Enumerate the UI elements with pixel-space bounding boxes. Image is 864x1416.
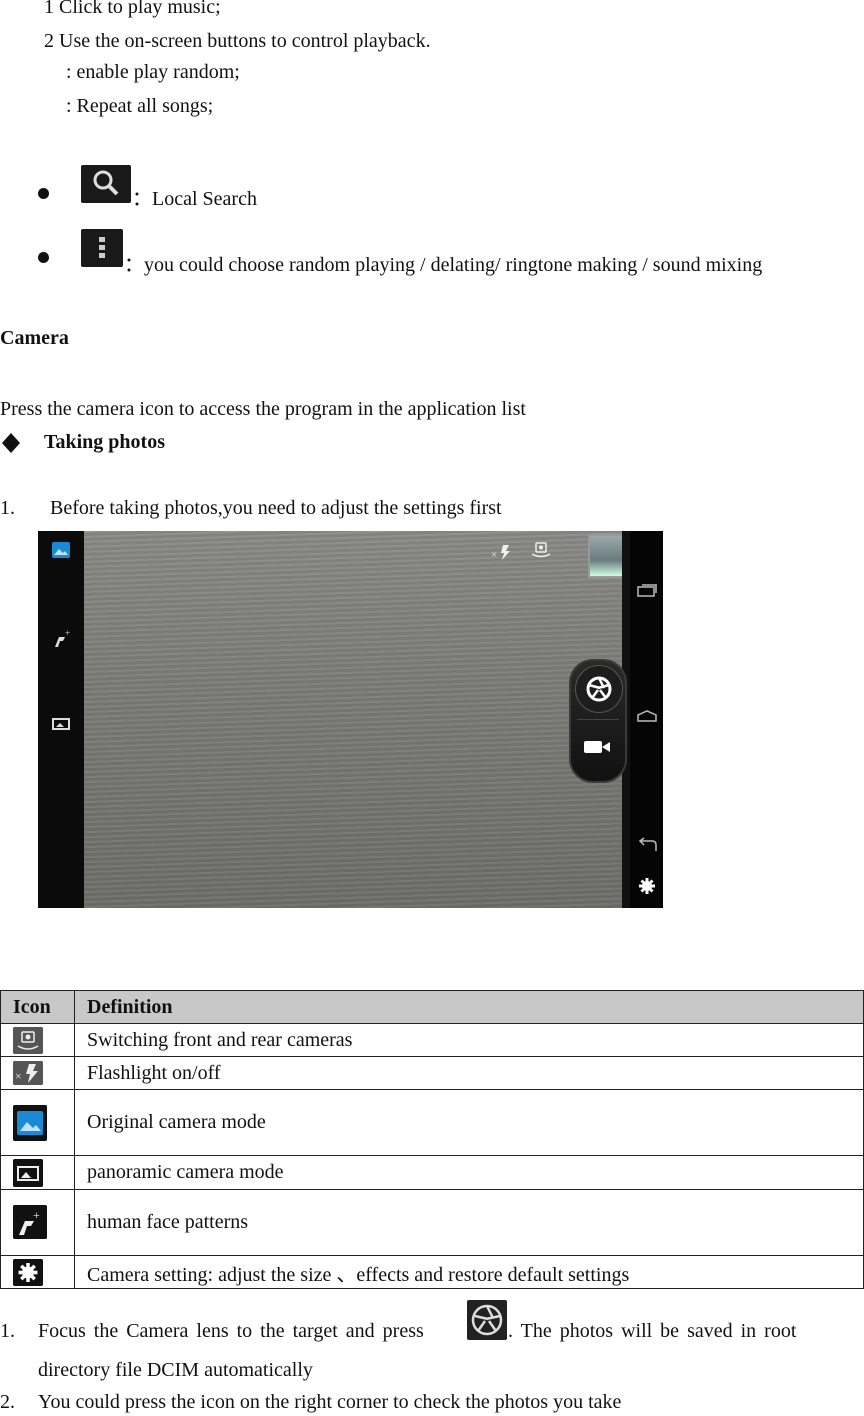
intro-line-1: 1 Click to play music;	[44, 0, 221, 18]
shutter-icon	[467, 1300, 507, 1340]
svg-text:+: +	[65, 628, 70, 638]
table-row: Switching front and rear cameras	[0, 1023, 864, 1057]
table-row: Camera setting: adjust the size 、effects…	[0, 1255, 864, 1289]
intro-line-3: : enable play random;	[66, 61, 240, 83]
table-icon-cell	[0, 1155, 75, 1190]
switch-camera-icon	[13, 1027, 43, 1054]
camera-heading: Camera	[0, 327, 69, 349]
table-row: Original camera mode	[0, 1089, 864, 1156]
switch-camera-icon[interactable]	[530, 541, 552, 559]
capture-control-group	[569, 659, 627, 783]
svg-text:+: +	[33, 1208, 40, 1222]
flash-off-icon[interactable]: ×	[491, 543, 513, 561]
bullet-dot	[38, 188, 49, 199]
list-item-2-text: You could press the icon on the right co…	[38, 1391, 622, 1413]
table-icon-cell: +	[0, 1189, 75, 1256]
picture-mode-icon[interactable]	[51, 541, 71, 559]
table-definition-cell: panoramic camera mode	[74, 1155, 864, 1190]
icon-definition-table: Icon Definition Switching front and rear…	[0, 990, 864, 1289]
panorama-icon	[13, 1159, 43, 1187]
camera-viewfinder: ×	[84, 531, 622, 908]
svg-text:×: ×	[491, 549, 497, 561]
table-row: + human face patterns	[0, 1189, 864, 1256]
bullet-menu-text: ：you could choose random playing / delat…	[124, 254, 763, 276]
table-definition-cell: Switching front and rear cameras	[74, 1023, 864, 1057]
table-header-row: Icon Definition	[0, 990, 864, 1024]
list-item-1-number: 1.	[0, 1320, 15, 1342]
list-item-2-number: 2.	[0, 1391, 15, 1413]
intro-line-2: 2 Use the on-screen buttons to control p…	[44, 30, 431, 52]
recent-apps-icon[interactable]	[636, 583, 658, 597]
panorama-icon[interactable]	[52, 717, 70, 731]
camera-left-toolbar: +	[38, 531, 84, 908]
step1-number: 1.	[0, 497, 15, 519]
settings-gear-icon[interactable]	[638, 877, 656, 895]
shutter-icon	[586, 676, 612, 702]
table-icon-cell	[0, 1023, 75, 1057]
list-item-1-text-b: . The photos will be saved in root	[508, 1320, 797, 1342]
table-icon-cell: ×	[0, 1056, 75, 1090]
table-row: panoramic camera mode	[0, 1155, 864, 1190]
table-definition-cell: Camera setting: adjust the size 、effects…	[74, 1255, 864, 1289]
intro-line-4: : Repeat all songs;	[66, 95, 214, 117]
list-item-1-line-2: directory file DCIM automatically	[38, 1359, 313, 1381]
table-definition-cell: human face patterns	[74, 1189, 864, 1256]
back-icon[interactable]	[636, 837, 658, 853]
picture-mode-icon	[13, 1105, 47, 1141]
table-icon-cell	[0, 1255, 75, 1289]
menu-dots-icon	[81, 229, 123, 267]
face-effects-icon: +	[13, 1205, 47, 1239]
flash-off-icon: ×	[13, 1061, 43, 1085]
table-icon-cell	[0, 1089, 75, 1156]
divider	[577, 719, 619, 720]
list-item-1-text-a: Focus the Camera lens to the target and …	[38, 1320, 424, 1342]
step1-text: Before taking photos,you need to adjust …	[50, 497, 502, 519]
home-icon[interactable]	[636, 709, 658, 723]
table-header-definition: Definition	[74, 990, 864, 1024]
table-header-icon: Icon	[0, 990, 75, 1024]
shutter-button[interactable]	[575, 665, 623, 713]
bullet-search-text: ：Local Search	[132, 188, 257, 210]
camera-screenshot: + ×	[38, 531, 663, 908]
svg-text:×: ×	[15, 1069, 22, 1083]
settings-gear-icon	[13, 1259, 43, 1286]
table-row: × Flashlight on/off	[0, 1056, 864, 1090]
diamond-bullet-icon	[0, 431, 22, 461]
table-definition-cell: Original camera mode	[74, 1089, 864, 1156]
camera-intro: Press the camera icon to access the prog…	[0, 398, 526, 420]
search-icon	[81, 165, 131, 203]
bullet-dot	[38, 252, 49, 263]
system-nav-bar	[630, 531, 663, 908]
video-camera-icon[interactable]	[582, 737, 612, 757]
table-definition-cell: Flashlight on/off	[74, 1056, 864, 1090]
taking-photos-heading: Taking photos	[44, 431, 165, 453]
face-effects-icon[interactable]: +	[51, 627, 73, 649]
